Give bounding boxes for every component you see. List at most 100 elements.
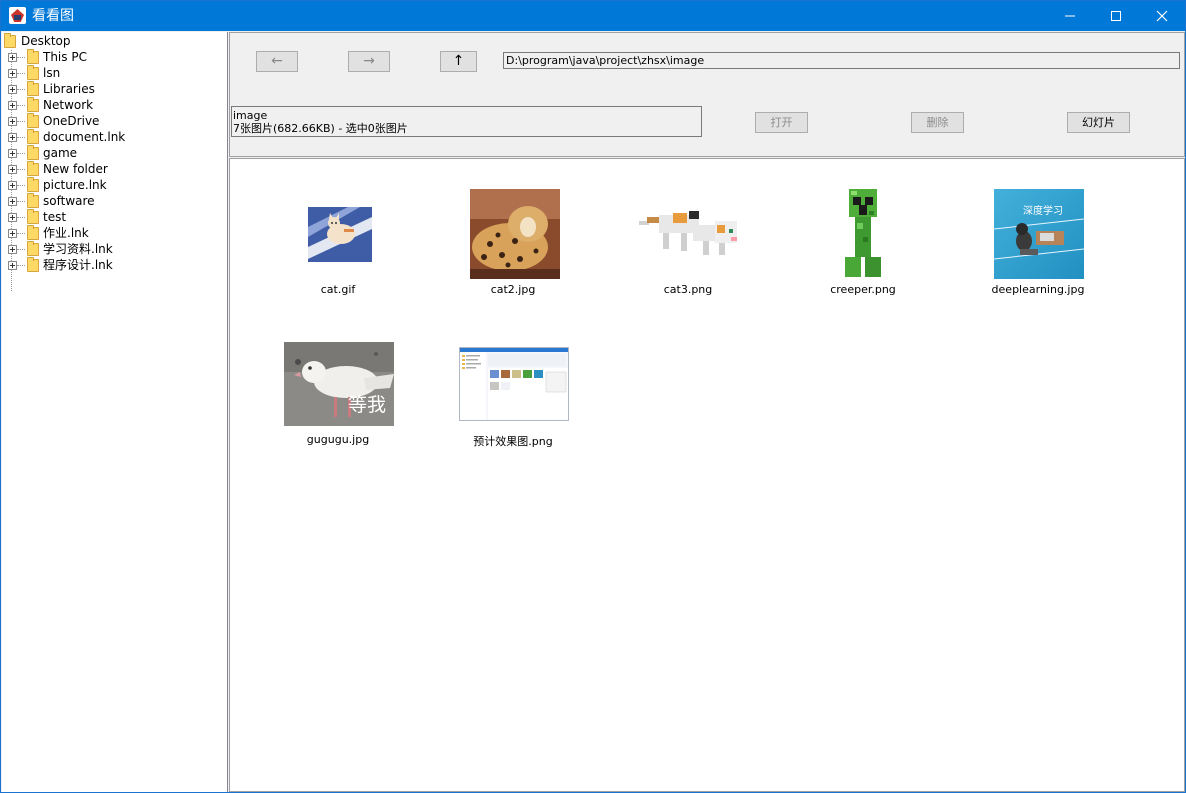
folder-icon (4, 33, 16, 48)
minimize-button[interactable] (1047, 1, 1093, 31)
folder-icon (27, 225, 39, 240)
expand-icon[interactable] (8, 213, 17, 222)
expand-icon[interactable] (8, 229, 17, 238)
folder-icon (27, 65, 39, 80)
slideshow-button[interactable]: 幻灯片 (1067, 112, 1130, 133)
image-grid[interactable]: cat.gif cat2.jpg cat3.png creeper.png 深度… (229, 158, 1185, 792)
tree-item-label: 学习资料.lnk (43, 242, 113, 256)
tree-item-document[interactable]: document.lnk (4, 129, 224, 145)
folder-icon (27, 145, 39, 160)
expand-icon[interactable] (8, 261, 17, 270)
tree-item-label: OneDrive (43, 114, 100, 128)
tree-item-study-materials[interactable]: 学习资料.lnk (4, 241, 224, 257)
tree-item-label: game (43, 146, 78, 160)
selection-summary: 7张图片(682.66KB) - 选中0张图片 (233, 122, 408, 135)
thumbnail-cat2-jpg[interactable]: cat2.jpg (453, 187, 573, 297)
title-bar[interactable]: 看看图 (1, 1, 1185, 31)
thumbnail-image (459, 347, 569, 421)
thumbnail-cat-gif[interactable]: cat.gif (278, 187, 398, 297)
expand-icon[interactable] (8, 85, 17, 94)
tree-item-label: picture.lnk (43, 178, 107, 192)
tree-item-program-design[interactable]: 程序设计.lnk (4, 257, 224, 273)
folder-icon (27, 161, 39, 176)
tree-item-label: New folder (43, 162, 108, 176)
tree-item-label: This PC (43, 50, 87, 64)
thumbnail-caption: cat3.png (663, 283, 713, 296)
folder-icon (27, 81, 39, 96)
thumbnail-caption: gugugu.jpg (306, 433, 370, 446)
tree-item-network[interactable]: Network (4, 97, 224, 113)
tree-item-new-folder[interactable]: New folder (4, 161, 224, 177)
tree-item-label: 程序设计.lnk (43, 258, 113, 272)
folder-icon (27, 241, 39, 256)
tree-item-label: Network (43, 98, 94, 112)
expand-icon[interactable] (8, 181, 17, 190)
expand-icon[interactable] (8, 165, 17, 174)
folder-name: image (233, 109, 268, 122)
folder-icon (27, 129, 39, 144)
tree-item-game[interactable]: game (4, 145, 224, 161)
tree-item-label: 作业.lnk (43, 226, 89, 240)
tree-item-libraries[interactable]: Libraries (4, 81, 224, 97)
expand-icon[interactable] (8, 245, 17, 254)
window-title: 看看图 (32, 8, 74, 24)
tree-item-label: lsn (43, 66, 61, 80)
forward-button[interactable]: → (348, 51, 390, 72)
up-button[interactable]: ↑ (440, 51, 477, 72)
folder-icon (27, 177, 39, 192)
tree-item-label: Desktop (21, 34, 71, 48)
tree-item-software[interactable]: software (4, 193, 224, 209)
folder-icon (27, 209, 39, 224)
tree-item-lsn[interactable]: lsn (4, 65, 224, 81)
thumbnail-image (470, 189, 560, 279)
maximize-button[interactable] (1093, 1, 1139, 31)
expand-icon[interactable] (8, 149, 17, 158)
thumbnail-cat3-png[interactable]: cat3.png (628, 187, 748, 297)
folder-icon (27, 97, 39, 112)
thumbnail-image (839, 189, 887, 279)
tree-item-label: test (43, 210, 67, 224)
back-button[interactable]: ← (256, 51, 298, 72)
thumbnail-caption: 预计效果图.png (473, 435, 553, 448)
thumbnail-caption: creeper.png (830, 283, 896, 296)
delete-button[interactable]: 删除 (911, 112, 964, 133)
expand-icon[interactable] (8, 101, 17, 110)
tree-item-this-pc[interactable]: This PC (4, 49, 224, 65)
expand-icon[interactable] (8, 69, 17, 78)
expand-icon[interactable] (8, 133, 17, 142)
app-window: 看看图 Desktop This PC lsn Libraries Networ… (0, 0, 1186, 793)
expand-icon[interactable] (8, 117, 17, 126)
tree-item-test[interactable]: test (4, 209, 224, 225)
thumbnail-deeplearning-jpg[interactable]: 深度学习 deeplearning.jpg (978, 187, 1098, 297)
thumbnail-image (308, 207, 372, 262)
thumbnail-caption: deeplearning.jpg (991, 283, 1085, 296)
close-icon (1156, 10, 1168, 22)
folder-info-panel: image 7张图片(682.66KB) - 选中0张图片 (231, 106, 702, 137)
thumbnail-overlay-text: 深度学习 (1023, 206, 1063, 216)
thumbnail-gugugu-jpg[interactable]: 等我 gugugu.jpg (278, 337, 398, 447)
thumbnail-image (633, 207, 745, 262)
thumbnail-caption: cat.gif (320, 283, 356, 296)
minimize-icon (1065, 15, 1075, 17)
thumbnail-caption: cat2.jpg (490, 283, 536, 296)
folder-icon (27, 193, 39, 208)
tree-item-homework[interactable]: 作业.lnk (4, 225, 224, 241)
toolbar-panel: ← → ↑ D:\program\java\project\zhsx\image… (229, 32, 1185, 157)
expand-icon[interactable] (8, 197, 17, 206)
thumbnail-creeper-png[interactable]: creeper.png (803, 187, 923, 297)
tree-item-label: Libraries (43, 82, 95, 96)
tree-item-picture[interactable]: picture.lnk (4, 177, 224, 193)
expand-icon[interactable] (8, 53, 17, 62)
folder-icon (27, 49, 39, 64)
maximize-icon (1111, 11, 1121, 21)
open-button[interactable]: 打开 (755, 112, 808, 133)
close-button[interactable] (1139, 1, 1185, 31)
thumbnail-overlay-text: 等我 (347, 394, 386, 416)
path-field[interactable]: D:\program\java\project\zhsx\image (503, 52, 1180, 69)
tree-item-label: document.lnk (43, 130, 126, 144)
tree-item-onedrive[interactable]: OneDrive (4, 113, 224, 129)
app-logo-icon (9, 7, 26, 24)
folder-tree[interactable]: Desktop This PC lsn Libraries Network On… (2, 32, 228, 792)
thumbnail-preview-png[interactable]: 预计效果图.png (453, 337, 573, 448)
tree-item-label: software (43, 194, 95, 208)
